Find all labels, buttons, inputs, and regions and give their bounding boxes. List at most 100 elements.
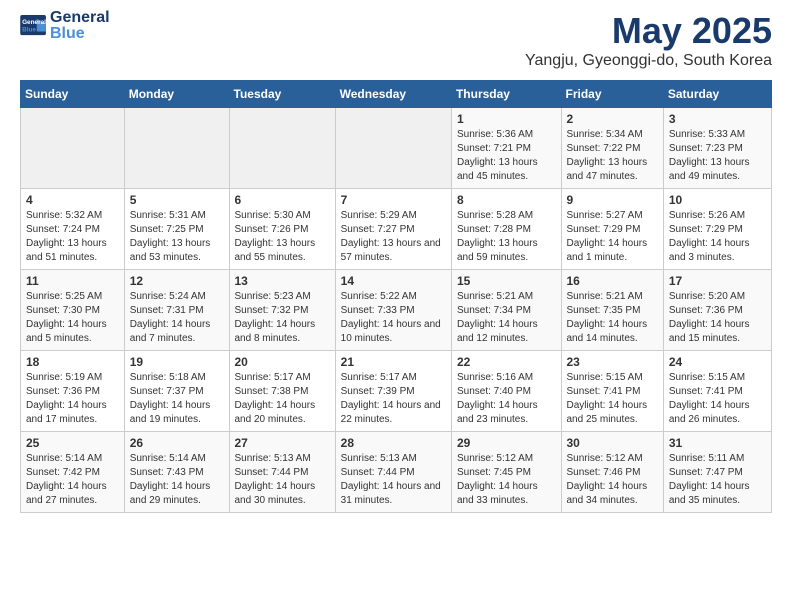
calendar-week-row: 11Sunrise: 5:25 AMSunset: 7:30 PMDayligh…: [21, 270, 772, 351]
cell-content: Sunrise: 5:32 AMSunset: 7:24 PMDaylight:…: [26, 209, 119, 265]
weekday-header: Monday: [124, 81, 229, 108]
logo-line1: General: [50, 10, 110, 26]
calendar-cell: 15 Sunrise: 5:21 AMSunset: 7:34 PMDayligh…: [451, 270, 561, 351]
cell-content: Sunrise: 5:36 AMSunset: 7:21 PMDaylight:…: [457, 128, 556, 184]
day-number: 20: [235, 355, 330, 369]
day-number: 28: [341, 436, 446, 450]
cell-content: Sunrise: 5:17 AMSunset: 7:38 PMDaylight:…: [235, 371, 330, 427]
calendar-week-row: 18Sunrise: 5:19 AMSunset: 7:36 PMDayligh…: [21, 351, 772, 432]
calendar-cell: 8 Sunrise: 5:28 AMSunset: 7:28 PMDaylight…: [451, 189, 561, 270]
cell-content: Sunrise: 5:34 AMSunset: 7:22 PMDaylight:…: [567, 128, 658, 184]
calendar-cell: 11Sunrise: 5:25 AMSunset: 7:30 PMDayligh…: [21, 270, 125, 351]
calendar-cell: 31Sunrise: 5:11 AMSunset: 7:47 PMDayligh…: [663, 432, 771, 513]
day-number: 13: [235, 274, 330, 288]
day-number: 22: [457, 355, 556, 369]
calendar-cell: 12 Sunrise: 5:24 AMSunset: 7:31 PMDayligh…: [124, 270, 229, 351]
day-number: 19: [130, 355, 224, 369]
weekday-header: Friday: [561, 81, 663, 108]
calendar-week-row: 25 Sunrise: 5:14 AMSunset: 7:42 PMDayligh…: [21, 432, 772, 513]
day-number: 26: [130, 436, 224, 450]
calendar-cell: 30Sunrise: 5:12 AMSunset: 7:46 PMDayligh…: [561, 432, 663, 513]
calendar-cell: 13Sunrise: 5:23 AMSunset: 7:32 PMDayligh…: [229, 270, 335, 351]
svg-text:General: General: [22, 19, 46, 26]
calendar-table: SundayMondayTuesdayWednesdayThursdayFrid…: [20, 80, 772, 513]
cell-content: Sunrise: 5:19 AMSunset: 7:36 PMDaylight:…: [26, 371, 119, 427]
calendar-cell: [21, 108, 125, 189]
day-number: 15: [457, 274, 556, 288]
calendar-cell: 21 Sunrise: 5:17 AMSunset: 7:39 PMDayligh…: [335, 351, 451, 432]
day-number: 1: [457, 112, 556, 126]
calendar-cell: 25 Sunrise: 5:14 AMSunset: 7:42 PMDayligh…: [21, 432, 125, 513]
logo: General Blue General Blue: [20, 10, 110, 42]
weekday-header: Wednesday: [335, 81, 451, 108]
cell-content: Sunrise: 5:17 AMSunset: 7:39 PMDaylight:…: [341, 371, 446, 427]
day-number: 25: [26, 436, 119, 450]
day-number: 14: [341, 274, 446, 288]
calendar-cell: 29 Sunrise: 5:12 AMSunset: 7:45 PMDayligh…: [451, 432, 561, 513]
cell-content: Sunrise: 5:31 AMSunset: 7:25 PMDaylight:…: [130, 209, 224, 265]
calendar-body: 1 Sunrise: 5:36 AMSunset: 7:21 PMDaylight…: [21, 108, 772, 513]
calendar-cell: 17Sunrise: 5:20 AMSunset: 7:36 PMDayligh…: [663, 270, 771, 351]
cell-content: Sunrise: 5:33 AMSunset: 7:23 PMDaylight:…: [669, 128, 766, 184]
calendar-cell: 2 Sunrise: 5:34 AMSunset: 7:22 PMDaylight…: [561, 108, 663, 189]
day-number: 4: [26, 193, 119, 207]
calendar-cell: 1 Sunrise: 5:36 AMSunset: 7:21 PMDaylight…: [451, 108, 561, 189]
cell-content: Sunrise: 5:14 AMSunset: 7:43 PMDaylight:…: [130, 452, 224, 508]
cell-content: Sunrise: 5:30 AMSunset: 7:26 PMDaylight:…: [235, 209, 330, 265]
calendar-cell: 23Sunrise: 5:15 AMSunset: 7:41 PMDayligh…: [561, 351, 663, 432]
day-number: 2: [567, 112, 658, 126]
main-title: May 2025: [525, 10, 772, 52]
day-number: 7: [341, 193, 446, 207]
calendar-cell: 5 Sunrise: 5:31 AMSunset: 7:25 PMDaylight…: [124, 189, 229, 270]
cell-content: Sunrise: 5:11 AMSunset: 7:47 PMDaylight:…: [669, 452, 766, 508]
calendar-cell: 27 Sunrise: 5:13 AMSunset: 7:44 PMDayligh…: [229, 432, 335, 513]
logo-line2: Blue: [50, 26, 110, 42]
day-number: 3: [669, 112, 766, 126]
cell-content: Sunrise: 5:28 AMSunset: 7:28 PMDaylight:…: [457, 209, 556, 265]
svg-text:Blue: Blue: [22, 27, 36, 34]
calendar-cell: 16Sunrise: 5:21 AMSunset: 7:35 PMDayligh…: [561, 270, 663, 351]
cell-content: Sunrise: 5:21 AMSunset: 7:35 PMDaylight:…: [567, 290, 658, 346]
calendar-cell: 14 Sunrise: 5:22 AMSunset: 7:33 PMDayligh…: [335, 270, 451, 351]
day-number: 10: [669, 193, 766, 207]
calendar-cell: 22 Sunrise: 5:16 AMSunset: 7:40 PMDayligh…: [451, 351, 561, 432]
calendar-week-row: 1 Sunrise: 5:36 AMSunset: 7:21 PMDaylight…: [21, 108, 772, 189]
cell-content: Sunrise: 5:22 AMSunset: 7:33 PMDaylight:…: [341, 290, 446, 346]
logo-icon: General Blue: [20, 15, 48, 37]
day-number: 24: [669, 355, 766, 369]
day-number: 9: [567, 193, 658, 207]
day-number: 21: [341, 355, 446, 369]
weekday-header: Thursday: [451, 81, 561, 108]
calendar-cell: 10 Sunrise: 5:26 AMSunset: 7:29 PMDayligh…: [663, 189, 771, 270]
weekday-header: Sunday: [21, 81, 125, 108]
calendar-cell: 28Sunrise: 5:13 AMSunset: 7:44 PMDayligh…: [335, 432, 451, 513]
calendar-cell: [124, 108, 229, 189]
cell-content: Sunrise: 5:24 AMSunset: 7:31 PMDaylight:…: [130, 290, 224, 346]
cell-content: Sunrise: 5:18 AMSunset: 7:37 PMDaylight:…: [130, 371, 224, 427]
day-number: 30: [567, 436, 658, 450]
calendar-header: SundayMondayTuesdayWednesdayThursdayFrid…: [21, 81, 772, 108]
calendar-cell: 6Sunrise: 5:30 AMSunset: 7:26 PMDaylight…: [229, 189, 335, 270]
cell-content: Sunrise: 5:12 AMSunset: 7:45 PMDaylight:…: [457, 452, 556, 508]
day-number: 27: [235, 436, 330, 450]
calendar-cell: 7 Sunrise: 5:29 AMSunset: 7:27 PMDaylight…: [335, 189, 451, 270]
cell-content: Sunrise: 5:15 AMSunset: 7:41 PMDaylight:…: [669, 371, 766, 427]
day-number: 29: [457, 436, 556, 450]
day-number: 8: [457, 193, 556, 207]
cell-content: Sunrise: 5:16 AMSunset: 7:40 PMDaylight:…: [457, 371, 556, 427]
cell-content: Sunrise: 5:26 AMSunset: 7:29 PMDaylight:…: [669, 209, 766, 265]
cell-content: Sunrise: 5:21 AMSunset: 7:34 PMDaylight:…: [457, 290, 556, 346]
calendar-cell: 26 Sunrise: 5:14 AMSunset: 7:43 PMDayligh…: [124, 432, 229, 513]
weekday-header: Tuesday: [229, 81, 335, 108]
title-section: May 2025 Yangju, Gyeonggi-do, South Kore…: [525, 10, 772, 70]
cell-content: Sunrise: 5:15 AMSunset: 7:41 PMDaylight:…: [567, 371, 658, 427]
day-number: 12: [130, 274, 224, 288]
cell-content: Sunrise: 5:13 AMSunset: 7:44 PMDaylight:…: [235, 452, 330, 508]
calendar-cell: [229, 108, 335, 189]
calendar-cell: [335, 108, 451, 189]
day-number: 17: [669, 274, 766, 288]
calendar-cell: 20 Sunrise: 5:17 AMSunset: 7:38 PMDayligh…: [229, 351, 335, 432]
cell-content: Sunrise: 5:29 AMSunset: 7:27 PMDaylight:…: [341, 209, 446, 265]
day-number: 5: [130, 193, 224, 207]
cell-content: Sunrise: 5:14 AMSunset: 7:42 PMDaylight:…: [26, 452, 119, 508]
